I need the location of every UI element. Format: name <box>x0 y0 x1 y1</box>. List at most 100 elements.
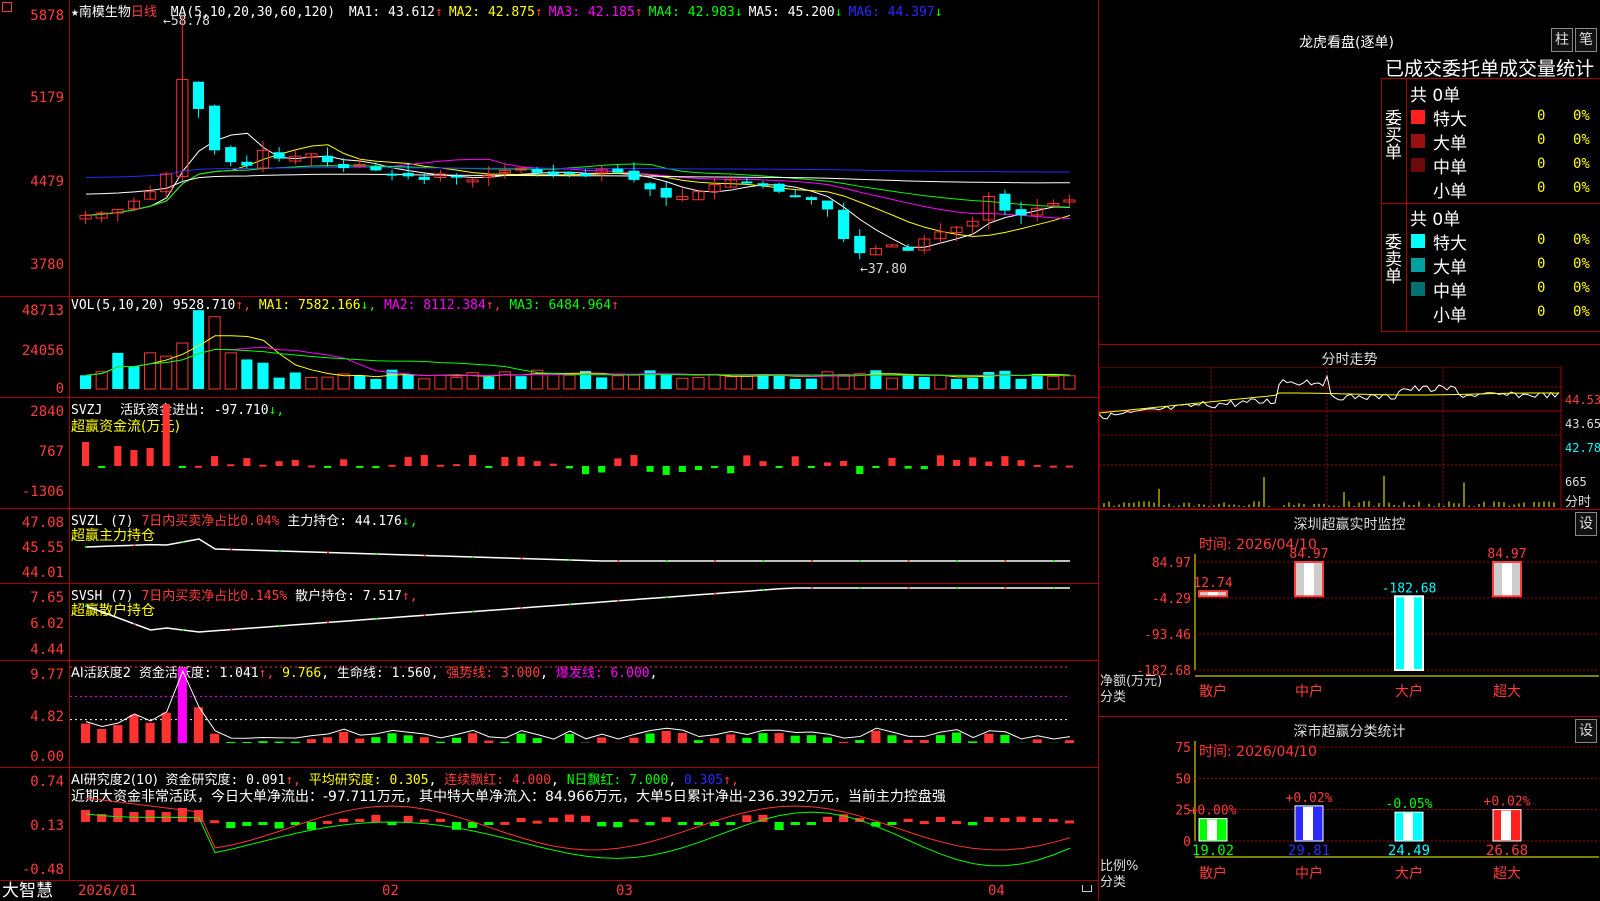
monitor-bar-highlight <box>1404 597 1414 669</box>
fund-flow-bar <box>727 466 734 473</box>
y-tick: 7.65 <box>0 590 64 606</box>
volume-panel[interactable]: 48713 24056 0 VOL(5,10,20) 9528.710↑, MA… <box>0 297 1098 398</box>
volume-bar <box>306 377 317 389</box>
svsh-chart[interactable] <box>70 584 1098 660</box>
research-bar <box>242 822 251 826</box>
ma-line <box>86 164 1070 215</box>
order-type: 特大 <box>1433 105 1467 130</box>
research-bar <box>920 821 929 824</box>
ai-activity-chart[interactable] <box>70 661 1098 767</box>
svzj-panel[interactable]: 2840 767 -1306 SVZJ 活跃资金进出: -97.710↓, 超赢… <box>0 398 1098 509</box>
fund-flow-bar <box>969 457 976 466</box>
activity-bar <box>291 742 300 743</box>
activity-bar <box>242 742 251 743</box>
y-tick: 0.00 <box>0 749 64 765</box>
fund-flow-bar <box>308 465 315 467</box>
candle <box>822 201 833 210</box>
volume-bar <box>515 376 526 389</box>
volume-bar <box>677 378 688 389</box>
research-bar <box>258 822 267 825</box>
order-pct: 0% <box>1573 180 1590 196</box>
activity-bar <box>887 735 896 743</box>
fund-flow-bar <box>276 461 283 466</box>
activity-line <box>86 671 1070 739</box>
order-row: 中单00% <box>1407 277 1600 301</box>
candle <box>790 195 801 197</box>
activity-bar <box>323 737 332 743</box>
tick-view-button[interactable]: 笔 <box>1575 28 1597 52</box>
research-bar <box>210 820 219 823</box>
activity-bar <box>823 737 832 743</box>
fund-flow-bar <box>808 466 815 468</box>
category-label: 散户 <box>1199 683 1227 700</box>
research-bar <box>1000 818 1009 822</box>
fund-flow-bar <box>82 442 89 466</box>
svzl-panel[interactable]: 47.08 45.55 44.01 SVZL (7) 7日内买卖净占比0.04%… <box>0 509 1098 584</box>
ai-research-chart[interactable] <box>70 768 1098 880</box>
section-divider <box>1382 203 1600 204</box>
y-tick: 75 <box>1175 741 1191 756</box>
research-bar <box>775 822 784 830</box>
volume-chart[interactable] <box>70 297 1098 397</box>
kline-chart[interactable] <box>70 0 1098 296</box>
candle <box>838 210 849 239</box>
y-tick: -93.46 <box>1144 628 1191 643</box>
fund-flow-bar <box>405 457 412 466</box>
research-bar <box>936 817 945 822</box>
y-tick: 44.01 <box>0 565 64 581</box>
candle <box>338 164 349 168</box>
research-bar <box>1033 818 1042 822</box>
category-bar-highlight <box>1501 811 1511 840</box>
activity-bar <box>113 725 122 743</box>
sz-monitor-chart[interactable]: 84.97-4.29-93.46-182.6812.74散户84.97中户-18… <box>1099 510 1600 716</box>
intraday-label: 分时 <box>1565 491 1591 510</box>
fund-flow-bar <box>856 466 863 474</box>
ai-activity-panel[interactable]: 9.77 4.82 0.00 AI活跃度2 资金活跃度: 1.041↑, 9.7… <box>0 661 1098 768</box>
activity-bar <box>194 707 203 743</box>
value-label: 26.68 <box>1486 843 1528 859</box>
holding-dot <box>230 549 232 551</box>
research-bar <box>952 821 961 824</box>
activity-bar <box>1033 739 1042 743</box>
activity-bar <box>146 723 155 743</box>
sz-category-chart[interactable]: 7550250+0.00%19.02散户+0.02%29.81中户-0.05%2… <box>1099 717 1600 900</box>
volume-bar <box>370 379 381 389</box>
kline-panel[interactable]: 5878 5179 4479 3780 ★南模生物日线 MA(5,10,20,3… <box>0 0 1098 297</box>
y-tick: 24056 <box>0 343 64 359</box>
fund-flow-bar <box>453 464 460 466</box>
activity-bar <box>307 739 316 743</box>
svzl-chart[interactable] <box>70 509 1098 583</box>
lock-icon[interactable] <box>1082 885 1092 892</box>
research-bar <box>307 822 316 830</box>
sz-category-panel[interactable]: 深市超赢分类统计 设 时间: 2026/04/10 比例% 分类 7550250… <box>1099 717 1600 900</box>
research-bar <box>484 822 493 825</box>
svsh-panel[interactable]: 7.65 6.02 4.44 SVSH (7) 7日内买卖净占比0.145% 散… <box>0 584 1098 661</box>
svzj-chart[interactable] <box>70 398 1098 508</box>
candle <box>564 172 575 174</box>
activity-bar <box>533 738 542 743</box>
y-tick: 84.97 <box>1152 556 1191 571</box>
intraday-chart[interactable] <box>1099 367 1600 509</box>
candle <box>757 183 768 186</box>
order-count: 0 <box>1537 132 1545 148</box>
fund-flow-bar <box>534 461 541 466</box>
volume-bar <box>1064 376 1075 389</box>
holding-dot <box>85 605 87 607</box>
ai-research-panel[interactable]: 0.74 0.13 -0.48 AI研究度2(10) 资金研究度: 0.091↑… <box>0 768 1098 880</box>
order-row: 小单00% <box>1407 177 1600 201</box>
sz-monitor-panel[interactable]: 深圳超赢实时监控 设 时间: 2026/04/10 净额(万元) 分类 84.9… <box>1099 510 1600 717</box>
holding-dot <box>569 603 571 605</box>
activity-bar <box>791 736 800 743</box>
intraday-panel[interactable]: 分时走势 44.53 43.65 42.78 665 分时 <box>1099 345 1600 510</box>
candle <box>225 147 236 162</box>
candle <box>532 169 543 173</box>
candle <box>580 173 591 176</box>
fund-flow-bar <box>130 450 137 466</box>
value-label: -182.68 <box>1382 581 1437 596</box>
volume-bar <box>451 377 462 389</box>
activity-bar <box>387 733 396 743</box>
volume-bar <box>903 375 914 389</box>
y-tick: 48713 <box>0 303 64 319</box>
research-bar <box>678 822 687 825</box>
bar-view-button[interactable]: 柱 <box>1551 28 1573 52</box>
